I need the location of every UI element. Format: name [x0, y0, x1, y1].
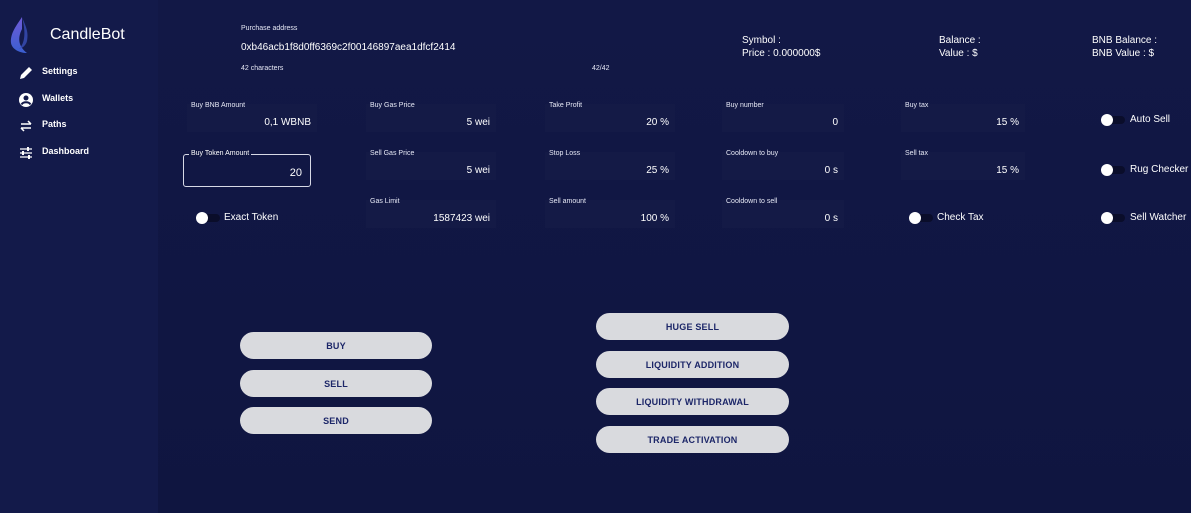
field-label: Stop Loss	[549, 150, 581, 157]
sliders-icon	[20, 147, 32, 159]
auto-sell-toggle[interactable]	[1101, 114, 1125, 126]
sell-watcher-toggle[interactable]	[1101, 212, 1125, 224]
sidebar-item-label: Dashboard	[42, 146, 90, 156]
sidebar-item-dashboard[interactable]: Dashboard	[0, 143, 158, 167]
cooldown-to-buy-field[interactable]: Cooldown to buy 0 s	[722, 150, 844, 180]
price-label: Price : 0.000000$	[742, 48, 821, 59]
stop-loss-field[interactable]: Stop Loss 25 %	[545, 150, 675, 180]
field-label: Take Profit	[549, 102, 583, 109]
buy-token-amount-field[interactable]: Buy Token Amount 20	[183, 150, 311, 187]
toggle-thumb	[1101, 114, 1113, 126]
field-value: 15 %	[996, 117, 1019, 128]
value-label: Value : $	[939, 48, 978, 59]
sell-amount-field[interactable]: Sell amount 100 %	[545, 198, 675, 228]
liquidity-addition-button[interactable]: LIQUIDITY ADDITION	[596, 351, 789, 378]
toggle-thumb	[1101, 212, 1113, 224]
sidebar-item-label: Wallets	[42, 93, 74, 103]
pencil-icon	[20, 67, 32, 79]
field-label: Sell tax	[905, 150, 928, 157]
liquidity-withdrawal-button[interactable]: LIQUIDITY WITHDRAWAL	[596, 388, 789, 415]
field-value: 0	[832, 117, 838, 128]
candlebot-logo-icon	[10, 17, 28, 53]
address-helper-text: 42 characters	[241, 65, 284, 72]
field-value: 1587423 wei	[433, 213, 490, 224]
field-label: Buy Gas Price	[370, 102, 415, 109]
check-tax-label: Check Tax	[937, 212, 984, 223]
buy-button[interactable]: BUY	[240, 332, 432, 359]
field-label: Buy number	[726, 102, 764, 109]
buy-number-field[interactable]: Buy number 0	[722, 102, 844, 132]
balance-label: Balance :	[939, 35, 981, 46]
toggle-thumb	[909, 212, 921, 224]
field-label: Buy BNB Amount	[191, 102, 246, 109]
buy-tax-field[interactable]: Buy tax 15 %	[901, 102, 1025, 132]
exact-token-toggle[interactable]	[196, 212, 220, 224]
rug-checker-label: Rug Checker	[1130, 164, 1189, 175]
field-label: Buy Token Amount	[189, 150, 252, 157]
take-profit-field[interactable]: Take Profit 20 %	[545, 102, 675, 132]
field-value: 0 s	[824, 213, 838, 224]
field-label: Buy tax	[905, 102, 929, 109]
field-value: 100 %	[640, 213, 669, 224]
auto-sell-label: Auto Sell	[1130, 114, 1171, 125]
address-char-counter: 42/42	[592, 65, 610, 72]
field-value: 5 wei	[466, 165, 490, 176]
sell-button[interactable]: SELL	[240, 370, 432, 397]
toggle-thumb	[196, 212, 208, 224]
check-tax-toggle[interactable]	[909, 212, 933, 224]
bnb-value-label: BNB Value : $	[1092, 48, 1155, 59]
exact-token-label: Exact Token	[224, 212, 279, 223]
buy-gas-price-field[interactable]: Buy Gas Price 5 wei	[366, 102, 496, 132]
field-value: 15 %	[996, 165, 1019, 176]
purchase-address-input[interactable]: 0xb46acb1f8d0ff6369c2f00146897aea1dfcf24…	[241, 42, 455, 53]
field-value: 20 %	[646, 117, 669, 128]
field-value: 5 wei	[466, 117, 490, 128]
field-value: 20	[289, 167, 302, 179]
huge-sell-button[interactable]: HUGE SELL	[596, 313, 789, 340]
sidebar-item-paths[interactable]: Paths	[0, 116, 158, 140]
sidebar: CandleBot Settings Wallets Paths Dashboa…	[0, 0, 158, 513]
symbol-label: Symbol :	[742, 35, 781, 46]
sidebar-item-label: Paths	[42, 119, 67, 129]
buy-bnb-amount-field[interactable]: Buy BNB Amount 0,1 WBNB	[187, 102, 317, 132]
send-button[interactable]: SEND	[240, 407, 432, 434]
sell-tax-field[interactable]: Sell tax 15 %	[901, 150, 1025, 180]
cooldown-to-sell-field[interactable]: Cooldown to sell 0 s	[722, 198, 844, 228]
sell-watcher-label: Sell Watcher	[1130, 212, 1187, 223]
field-value: 0,1 WBNB	[264, 117, 311, 128]
sidebar-item-wallets[interactable]: Wallets	[0, 90, 158, 114]
brand-name: CandleBot	[50, 26, 125, 43]
bnb-balance-label: BNB Balance :	[1092, 35, 1158, 46]
trade-activation-button[interactable]: TRADE ACTIVATION	[596, 426, 789, 453]
field-label: Sell amount	[549, 198, 586, 205]
field-label: Cooldown to buy	[726, 150, 779, 157]
gas-limit-field[interactable]: Gas Limit 1587423 wei	[366, 198, 496, 228]
toggle-thumb	[1101, 164, 1113, 176]
field-value: 0 s	[824, 165, 838, 176]
sell-gas-price-field[interactable]: Sell Gas Price 5 wei	[366, 150, 496, 180]
address-label: Purchase address	[241, 25, 298, 32]
field-label: Cooldown to sell	[726, 198, 778, 205]
field-value: 25 %	[646, 165, 669, 176]
rug-checker-toggle[interactable]	[1101, 164, 1125, 176]
sidebar-item-label: Settings	[42, 66, 78, 76]
sidebar-item-settings[interactable]: Settings	[0, 63, 158, 87]
account-icon	[19, 93, 33, 107]
swap-arrows-icon	[20, 120, 32, 132]
field-label: Gas Limit	[370, 198, 400, 205]
field-label: Sell Gas Price	[370, 150, 415, 157]
